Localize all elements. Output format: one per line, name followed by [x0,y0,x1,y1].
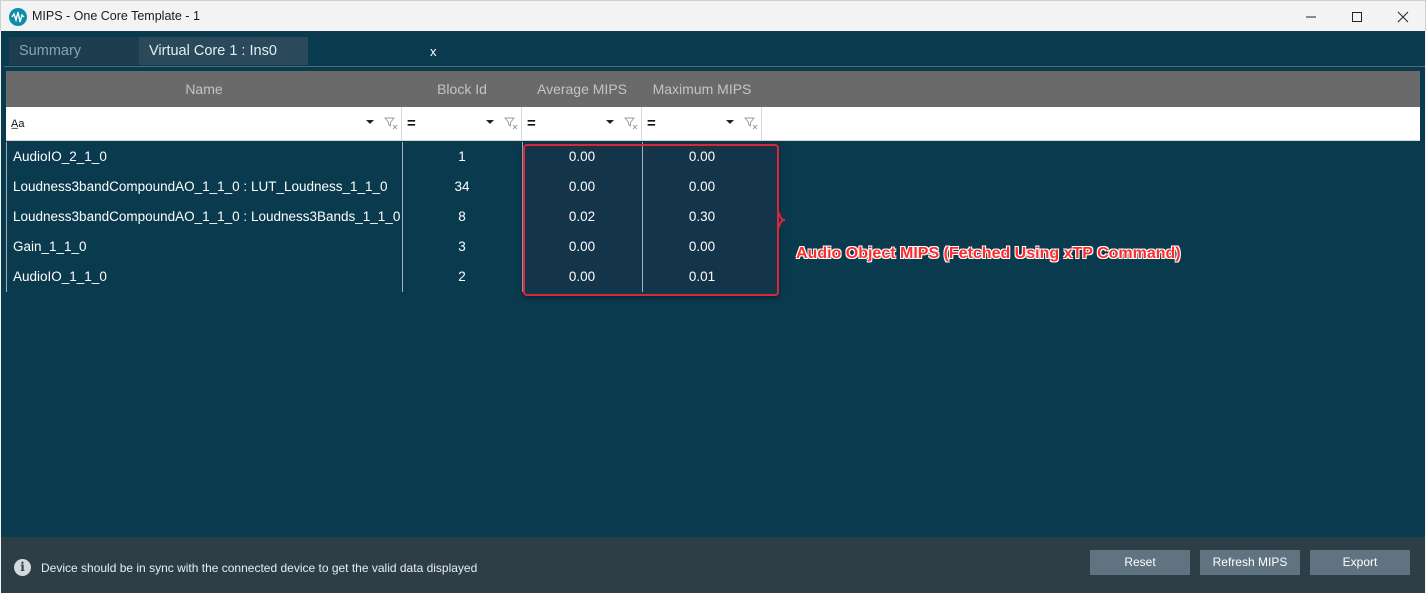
tab-close-button[interactable]: x [430,37,437,65]
clear-filter-icon[interactable] [624,116,638,130]
cell-name: AudioIO_2_1_0 [13,149,107,164]
header-name[interactable]: Name [6,71,402,107]
cell-name: Loudness3bandCompoundAO_1_1_0 : LUT_Loud… [13,179,388,194]
annotation-label: Audio Object MIPS (Fetched Using xTP Com… [796,245,1181,262]
filter-row: A̲a = = = [6,107,1420,141]
cell-block-id: 1 [458,149,466,164]
filter-maximum-operator[interactable]: = [647,115,656,132]
close-button[interactable] [1380,1,1426,32]
reset-button[interactable]: Reset [1090,550,1190,575]
status-bar: i Device should be in sync with the conn… [1,537,1425,593]
filter-average-mips[interactable]: = [522,107,642,141]
title-bar: MIPS - One Core Template - 1 [0,0,1426,31]
chevron-down-icon[interactable] [726,119,734,125]
info-icon: i [14,559,31,576]
header-block-id[interactable]: Block Id [402,71,522,107]
filter-block-id[interactable]: = [402,107,522,141]
cell-block-id: 34 [454,179,470,194]
mips-grid: Name Block Id Average MIPS Maximum MIPS … [6,71,1420,535]
annotation-pointer-icon [777,212,786,228]
window-body: Summary Virtual Core 1 : Ins0 x Name Blo… [1,31,1425,593]
tab-divider [4,66,1425,67]
waveform-icon [9,8,27,26]
minimize-icon [1306,16,1316,17]
chevron-down-icon[interactable] [366,119,374,125]
tab-virtual-core[interactable]: Virtual Core 1 : Ins0 x [139,37,437,65]
tab-summary-label: Summary [19,43,82,59]
header-average-mips[interactable]: Average MIPS [522,71,642,107]
annotation-highlight-box [523,144,779,296]
maximize-icon [1352,11,1362,22]
tab-summary[interactable]: Summary [9,37,139,65]
tab-virtual-core-label: Virtual Core 1 : Ins0 [149,43,277,59]
chevron-down-icon[interactable] [606,119,614,125]
clear-filter-icon[interactable] [504,116,518,130]
filter-name[interactable]: A̲a [6,107,402,141]
cell-block-id: 2 [458,269,466,284]
filter-maximum-mips[interactable]: = [642,107,762,141]
cell-block-id: 3 [458,239,466,254]
export-button[interactable]: Export [1310,550,1410,575]
clear-filter-icon[interactable] [744,116,758,130]
filter-block-id-operator[interactable]: = [407,115,416,132]
minimize-button[interactable] [1288,1,1334,32]
maximize-button[interactable] [1334,1,1380,32]
grid-header: Name Block Id Average MIPS Maximum MIPS [6,71,1420,107]
filter-name-operator[interactable]: A̲a [11,118,24,130]
close-icon [1397,11,1409,22]
sync-info-text: Device should be in sync with the connec… [41,561,478,575]
cell-name: AudioIO_1_1_0 [13,269,107,284]
refresh-mips-button[interactable]: Refresh MIPS [1200,550,1300,575]
cell-block-id: 8 [458,209,466,224]
clear-filter-icon[interactable] [384,116,398,130]
chevron-down-icon[interactable] [486,119,494,125]
header-maximum-mips[interactable]: Maximum MIPS [642,71,762,107]
window-title: MIPS - One Core Template - 1 [32,9,200,23]
cell-name: Loudness3bandCompoundAO_1_1_0 : Loudness… [13,209,401,224]
filter-average-operator[interactable]: = [527,115,536,132]
cell-name: Gain_1_1_0 [13,239,87,254]
